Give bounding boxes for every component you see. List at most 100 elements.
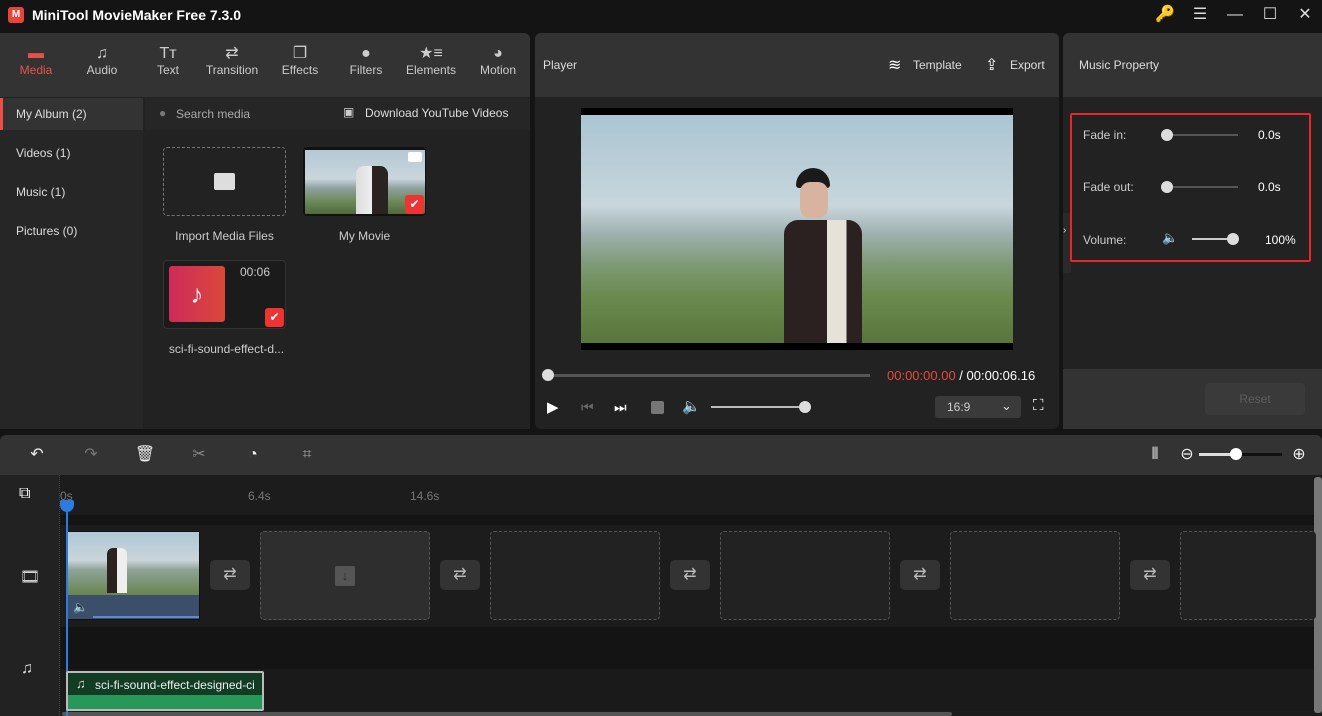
fade-in-slider[interactable] [1168, 134, 1238, 136]
redo-button[interactable]: ↷ [80, 445, 102, 465]
split-button[interactable]: ✂ [188, 445, 210, 465]
audio-clip[interactable]: ♫ sci-fi-sound-effect-designed-ci [66, 671, 264, 711]
track-headers [0, 475, 60, 716]
search-icon: ● [159, 106, 167, 120]
clip-volume-line [93, 616, 199, 618]
person-figure [784, 168, 862, 343]
zoom-in-button[interactable]: ⊕ [1288, 445, 1310, 465]
tab-audio[interactable]: ♫ Audio [74, 33, 130, 97]
undo-button[interactable]: ↶ [26, 445, 48, 465]
property-footer: Reset [1063, 369, 1322, 429]
zoom-slider-knob[interactable] [1230, 448, 1242, 460]
music-track-icon: ♫ [21, 660, 33, 677]
volume-value: 100% [1265, 233, 1296, 247]
empty-slot[interactable] [1180, 531, 1316, 620]
tab-effects[interactable]: ❐ Effects [272, 33, 328, 97]
progress-knob[interactable] [542, 369, 554, 381]
tab-filters[interactable]: ● Filters [338, 33, 394, 97]
timeline-toolbar: ↶ ↷ 🗑 ✂ ◔ ⌗ ⦀ ⊖ ⊕ [0, 435, 1322, 475]
transition-slot[interactable]: ⇄ [440, 560, 480, 590]
delete-button[interactable]: 🗑 [134, 445, 156, 465]
media-item-video[interactable]: ✔ [303, 147, 426, 216]
drop-slot[interactable]: ↓ [260, 531, 430, 620]
elements-icon: ★≡ [419, 45, 443, 62]
selected-check-icon[interactable]: ✔ [405, 195, 424, 214]
template-button[interactable]: Template [913, 58, 962, 72]
sidebar-item-videos[interactable]: Videos (1) [0, 137, 143, 169]
fade-out-knob[interactable] [1161, 181, 1173, 193]
empty-slot[interactable] [950, 531, 1120, 620]
empty-slot[interactable] [720, 531, 890, 620]
add-track-icon[interactable]: ⧉ [19, 485, 30, 503]
transition-icon: ⇄ [225, 45, 239, 62]
fullscreen-button[interactable]: ⛶ [1033, 397, 1044, 414]
player-panel: Player ≋ Template ⇪ Export 00:00:00.00 /… [535, 33, 1059, 429]
tab-media[interactable]: ▬ Media [8, 33, 64, 97]
motion-icon: ◕ [493, 45, 503, 62]
transition-slot[interactable]: ⇄ [900, 560, 940, 590]
media-item-music[interactable]: ♪ 00:06 ✔ [163, 260, 286, 329]
layers-icon: ≋ [888, 57, 902, 74]
reset-button[interactable]: Reset [1205, 383, 1305, 415]
zoom-out-button[interactable]: ⊖ [1176, 445, 1198, 465]
sidebar-item-pictures[interactable]: Pictures (0) [0, 215, 143, 247]
tab-label: Motion [479, 63, 517, 77]
close-button[interactable]: ✕ [1290, 4, 1320, 26]
horizontal-scrollbar[interactable] [62, 712, 952, 716]
folder-icon: ▬ [28, 45, 44, 62]
volume-track[interactable] [711, 406, 805, 408]
video-clip[interactable]: 🔈 [66, 531, 200, 620]
crop-button[interactable]: ⌗ [296, 445, 318, 465]
search-input[interactable]: Search media [176, 107, 250, 121]
person-figure [356, 166, 388, 214]
empty-slot[interactable] [490, 531, 660, 620]
video-preview[interactable] [581, 108, 1013, 350]
export-button[interactable]: Export [1010, 58, 1045, 72]
tab-label: Transition [205, 63, 259, 77]
import-media-button[interactable] [163, 147, 286, 216]
progress-track[interactable] [548, 374, 870, 377]
sidebar-item-music[interactable]: Music (1) [0, 176, 143, 208]
transition-slot[interactable]: ⇄ [670, 560, 710, 590]
player-header: Player ≋ Template ⇪ Export [535, 33, 1059, 97]
stop-button[interactable] [651, 401, 664, 414]
key-icon[interactable]: 🔑 [1150, 4, 1180, 26]
zoom-slider-track[interactable] [1237, 453, 1282, 456]
volume-knob[interactable] [799, 401, 811, 413]
previous-frame-button[interactable]: ⏮ [581, 399, 594, 416]
transition-slot[interactable]: ⇄ [210, 560, 250, 590]
transition-slot[interactable]: ⇄ [1130, 560, 1170, 590]
app-logo-icon: M [8, 7, 24, 23]
selected-check-icon[interactable]: ✔ [265, 308, 284, 327]
menu-icon[interactable]: ☰ [1185, 4, 1215, 26]
tab-label: Text [156, 63, 179, 77]
volume-knob[interactable] [1227, 233, 1239, 245]
title-bar: M MiniTool MovieMaker Free 7.3.0 🔑 ☰ — ☐… [0, 0, 1322, 32]
media-library: ● Search media ▣ Download YouTube Videos… [145, 98, 530, 429]
current-time: 00:00:00.00 [887, 368, 956, 383]
tab-motion[interactable]: ◕ Motion [470, 33, 526, 97]
video-camera-icon [408, 152, 422, 162]
fade-in-knob[interactable] [1161, 129, 1173, 141]
person-figure [107, 548, 127, 593]
tab-text[interactable]: Tт Text [140, 33, 196, 97]
volume-icon[interactable]: 🔈 [682, 397, 701, 415]
media-item-label: Import Media Files [175, 229, 274, 243]
sidebar-item-my-album[interactable]: My Album (2) [0, 98, 143, 130]
tab-elements[interactable]: ★≡ Elements [402, 33, 460, 97]
play-button[interactable]: ▶ [547, 398, 559, 416]
clip-volume-icon[interactable]: 🔈 [73, 600, 88, 614]
music-note-icon: ♫ [76, 676, 86, 691]
aspect-ratio-select[interactable]: 16:9 ⌄ [935, 396, 1021, 418]
speed-button[interactable]: ◔ [242, 445, 264, 465]
property-header: Music Property [1063, 33, 1322, 97]
tab-transition[interactable]: ⇄ Transition [200, 33, 264, 97]
next-frame-button[interactable]: ⏭ [614, 399, 627, 416]
effects-icon: ❐ [292, 45, 308, 62]
total-time: 00:00:06.16 [966, 368, 1036, 383]
fit-timeline-button[interactable]: ⦀ [1144, 445, 1166, 465]
minimize-button[interactable]: — [1220, 4, 1250, 26]
fade-out-slider[interactable] [1168, 186, 1238, 188]
maximize-button[interactable]: ☐ [1255, 4, 1285, 26]
download-youtube-button[interactable]: Download YouTube Videos [365, 106, 508, 120]
